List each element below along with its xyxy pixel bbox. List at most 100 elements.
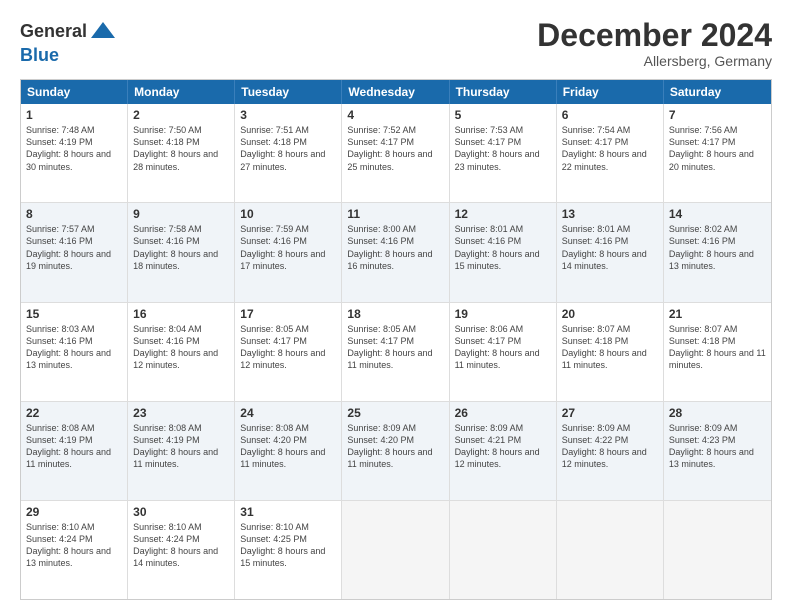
day-info: Sunrise: 7:59 AMSunset: 4:16 PMDaylight:…: [240, 223, 336, 272]
day-number: 12: [455, 207, 551, 221]
day-info: Sunrise: 8:03 AMSunset: 4:16 PMDaylight:…: [26, 323, 122, 372]
day-number: 8: [26, 207, 122, 221]
week-row-2: 8 Sunrise: 7:57 AMSunset: 4:16 PMDaylight…: [21, 203, 771, 302]
empty-cell: [664, 501, 771, 599]
day-info: Sunrise: 7:52 AMSunset: 4:17 PMDaylight:…: [347, 124, 443, 173]
day-cell-21: 21Sunrise: 8:07 AMSunset: 4:18 PMDayligh…: [664, 303, 771, 401]
header-day-monday: Monday: [128, 80, 235, 104]
day-cell-18: 18 Sunrise: 8:05 AMSunset: 4:17 PMDayligh…: [342, 303, 449, 401]
day-cell-13: 13Sunrise: 8:01 AMSunset: 4:16 PMDayligh…: [557, 203, 664, 301]
day-info: Sunrise: 8:02 AMSunset: 4:16 PMDaylight:…: [669, 223, 766, 272]
day-cell-29: 29Sunrise: 8:10 AMSunset: 4:24 PMDayligh…: [21, 501, 128, 599]
day-cell-22: 22 Sunrise: 8:08 AMSunset: 4:19 PMDayligh…: [21, 402, 128, 500]
day-info: Sunrise: 7:56 AMSunset: 4:17 PMDaylight:…: [669, 124, 766, 173]
day-cell-10: 10Sunrise: 7:59 AMSunset: 4:16 PMDayligh…: [235, 203, 342, 301]
day-cell-6: 6 Sunrise: 7:54 AMSunset: 4:17 PMDaylight…: [557, 104, 664, 202]
day-info: Sunrise: 8:07 AMSunset: 4:18 PMDaylight:…: [562, 323, 658, 372]
day-number: 1: [26, 108, 122, 122]
header-day-sunday: Sunday: [21, 80, 128, 104]
day-cell-9: 9Sunrise: 7:58 AMSunset: 4:16 PMDaylight…: [128, 203, 235, 301]
day-cell-26: 26 Sunrise: 8:09 AMSunset: 4:21 PMDayligh…: [450, 402, 557, 500]
day-cell-7: 7Sunrise: 7:56 AMSunset: 4:17 PMDaylight…: [664, 104, 771, 202]
day-info: Sunrise: 8:10 AMSunset: 4:25 PMDaylight:…: [240, 521, 336, 570]
day-number: 23: [133, 406, 229, 420]
day-cell-15: 15 Sunrise: 8:03 AMSunset: 4:16 PMDayligh…: [21, 303, 128, 401]
day-cell-3: 3Sunrise: 7:51 AMSunset: 4:18 PMDaylight…: [235, 104, 342, 202]
day-number: 17: [240, 307, 336, 321]
week-row-1: 1 Sunrise: 7:48 AMSunset: 4:19 PMDaylight…: [21, 104, 771, 203]
day-cell-5: 5 Sunrise: 7:53 AMSunset: 4:17 PMDaylight…: [450, 104, 557, 202]
day-cell-25: 25 Sunrise: 8:09 AMSunset: 4:20 PMDayligh…: [342, 402, 449, 500]
day-info: Sunrise: 7:54 AMSunset: 4:17 PMDaylight:…: [562, 124, 658, 173]
day-cell-19: 19 Sunrise: 8:06 AMSunset: 4:17 PMDayligh…: [450, 303, 557, 401]
day-number: 24: [240, 406, 336, 420]
day-number: 30: [133, 505, 229, 519]
header-day-tuesday: Tuesday: [235, 80, 342, 104]
day-info: Sunrise: 8:08 AMSunset: 4:19 PMDaylight:…: [133, 422, 229, 471]
calendar-body: 1 Sunrise: 7:48 AMSunset: 4:19 PMDaylight…: [21, 104, 771, 599]
day-info: Sunrise: 8:08 AMSunset: 4:19 PMDaylight:…: [26, 422, 122, 471]
day-cell-16: 16 Sunrise: 8:04 AMSunset: 4:16 PMDayligh…: [128, 303, 235, 401]
day-info: Sunrise: 7:57 AMSunset: 4:16 PMDaylight:…: [26, 223, 122, 272]
day-cell-23: 23 Sunrise: 8:08 AMSunset: 4:19 PMDayligh…: [128, 402, 235, 500]
day-info: Sunrise: 8:07 AMSunset: 4:18 PMDaylight:…: [669, 323, 766, 372]
week-row-5: 29Sunrise: 8:10 AMSunset: 4:24 PMDayligh…: [21, 501, 771, 599]
day-info: Sunrise: 7:53 AMSunset: 4:17 PMDaylight:…: [455, 124, 551, 173]
day-info: Sunrise: 8:01 AMSunset: 4:16 PMDaylight:…: [455, 223, 551, 272]
day-number: 15: [26, 307, 122, 321]
day-info: Sunrise: 8:08 AMSunset: 4:20 PMDaylight:…: [240, 422, 336, 471]
day-number: 22: [26, 406, 122, 420]
week-row-3: 15 Sunrise: 8:03 AMSunset: 4:16 PMDayligh…: [21, 303, 771, 402]
day-cell-28: 28Sunrise: 8:09 AMSunset: 4:23 PMDayligh…: [664, 402, 771, 500]
day-info: Sunrise: 8:09 AMSunset: 4:20 PMDaylight:…: [347, 422, 443, 471]
day-cell-14: 14 Sunrise: 8:02 AMSunset: 4:16 PMDayligh…: [664, 203, 771, 301]
empty-cell: [557, 501, 664, 599]
day-info: Sunrise: 7:58 AMSunset: 4:16 PMDaylight:…: [133, 223, 229, 272]
day-info: Sunrise: 8:05 AMSunset: 4:17 PMDaylight:…: [347, 323, 443, 372]
day-number: 4: [347, 108, 443, 122]
day-info: Sunrise: 8:09 AMSunset: 4:22 PMDaylight:…: [562, 422, 658, 471]
day-info: Sunrise: 8:06 AMSunset: 4:17 PMDaylight:…: [455, 323, 551, 372]
day-info: Sunrise: 7:48 AMSunset: 4:19 PMDaylight:…: [26, 124, 122, 173]
title-block: December 2024 Allersberg, Germany: [537, 18, 772, 69]
day-info: Sunrise: 8:09 AMSunset: 4:21 PMDaylight:…: [455, 422, 551, 471]
day-number: 6: [562, 108, 658, 122]
day-number: 11: [347, 207, 443, 221]
day-cell-2: 2Sunrise: 7:50 AMSunset: 4:18 PMDaylight…: [128, 104, 235, 202]
day-number: 18: [347, 307, 443, 321]
day-number: 31: [240, 505, 336, 519]
day-info: Sunrise: 7:50 AMSunset: 4:18 PMDaylight:…: [133, 124, 229, 173]
day-number: 28: [669, 406, 766, 420]
day-info: Sunrise: 8:00 AMSunset: 4:16 PMDaylight:…: [347, 223, 443, 272]
day-number: 19: [455, 307, 551, 321]
header-day-thursday: Thursday: [450, 80, 557, 104]
logo: General Blue: [20, 18, 117, 66]
day-number: 25: [347, 406, 443, 420]
week-row-4: 22 Sunrise: 8:08 AMSunset: 4:19 PMDayligh…: [21, 402, 771, 501]
header-day-friday: Friday: [557, 80, 664, 104]
header-day-wednesday: Wednesday: [342, 80, 449, 104]
day-number: 16: [133, 307, 229, 321]
day-info: Sunrise: 8:05 AMSunset: 4:17 PMDaylight:…: [240, 323, 336, 372]
day-info: Sunrise: 8:04 AMSunset: 4:16 PMDaylight:…: [133, 323, 229, 372]
day-number: 29: [26, 505, 122, 519]
day-cell-27: 27 Sunrise: 8:09 AMSunset: 4:22 PMDayligh…: [557, 402, 664, 500]
day-number: 5: [455, 108, 551, 122]
header: General Blue December 2024 Allersberg, G…: [20, 18, 772, 69]
day-cell-1: 1 Sunrise: 7:48 AMSunset: 4:19 PMDaylight…: [21, 104, 128, 202]
header-day-saturday: Saturday: [664, 80, 771, 104]
day-number: 14: [669, 207, 766, 221]
day-number: 13: [562, 207, 658, 221]
calendar-header: SundayMondayTuesdayWednesdayThursdayFrid…: [21, 80, 771, 104]
empty-cell: [342, 501, 449, 599]
logo-icon: [89, 18, 117, 46]
page: General Blue December 2024 Allersberg, G…: [0, 0, 792, 612]
day-info: Sunrise: 7:51 AMSunset: 4:18 PMDaylight:…: [240, 124, 336, 173]
day-number: 26: [455, 406, 551, 420]
day-cell-8: 8 Sunrise: 7:57 AMSunset: 4:16 PMDaylight…: [21, 203, 128, 301]
day-number: 27: [562, 406, 658, 420]
day-cell-11: 11 Sunrise: 8:00 AMSunset: 4:16 PMDayligh…: [342, 203, 449, 301]
day-cell-31: 31 Sunrise: 8:10 AMSunset: 4:25 PMDayligh…: [235, 501, 342, 599]
logo-general: General: [20, 21, 87, 41]
day-number: 20: [562, 307, 658, 321]
